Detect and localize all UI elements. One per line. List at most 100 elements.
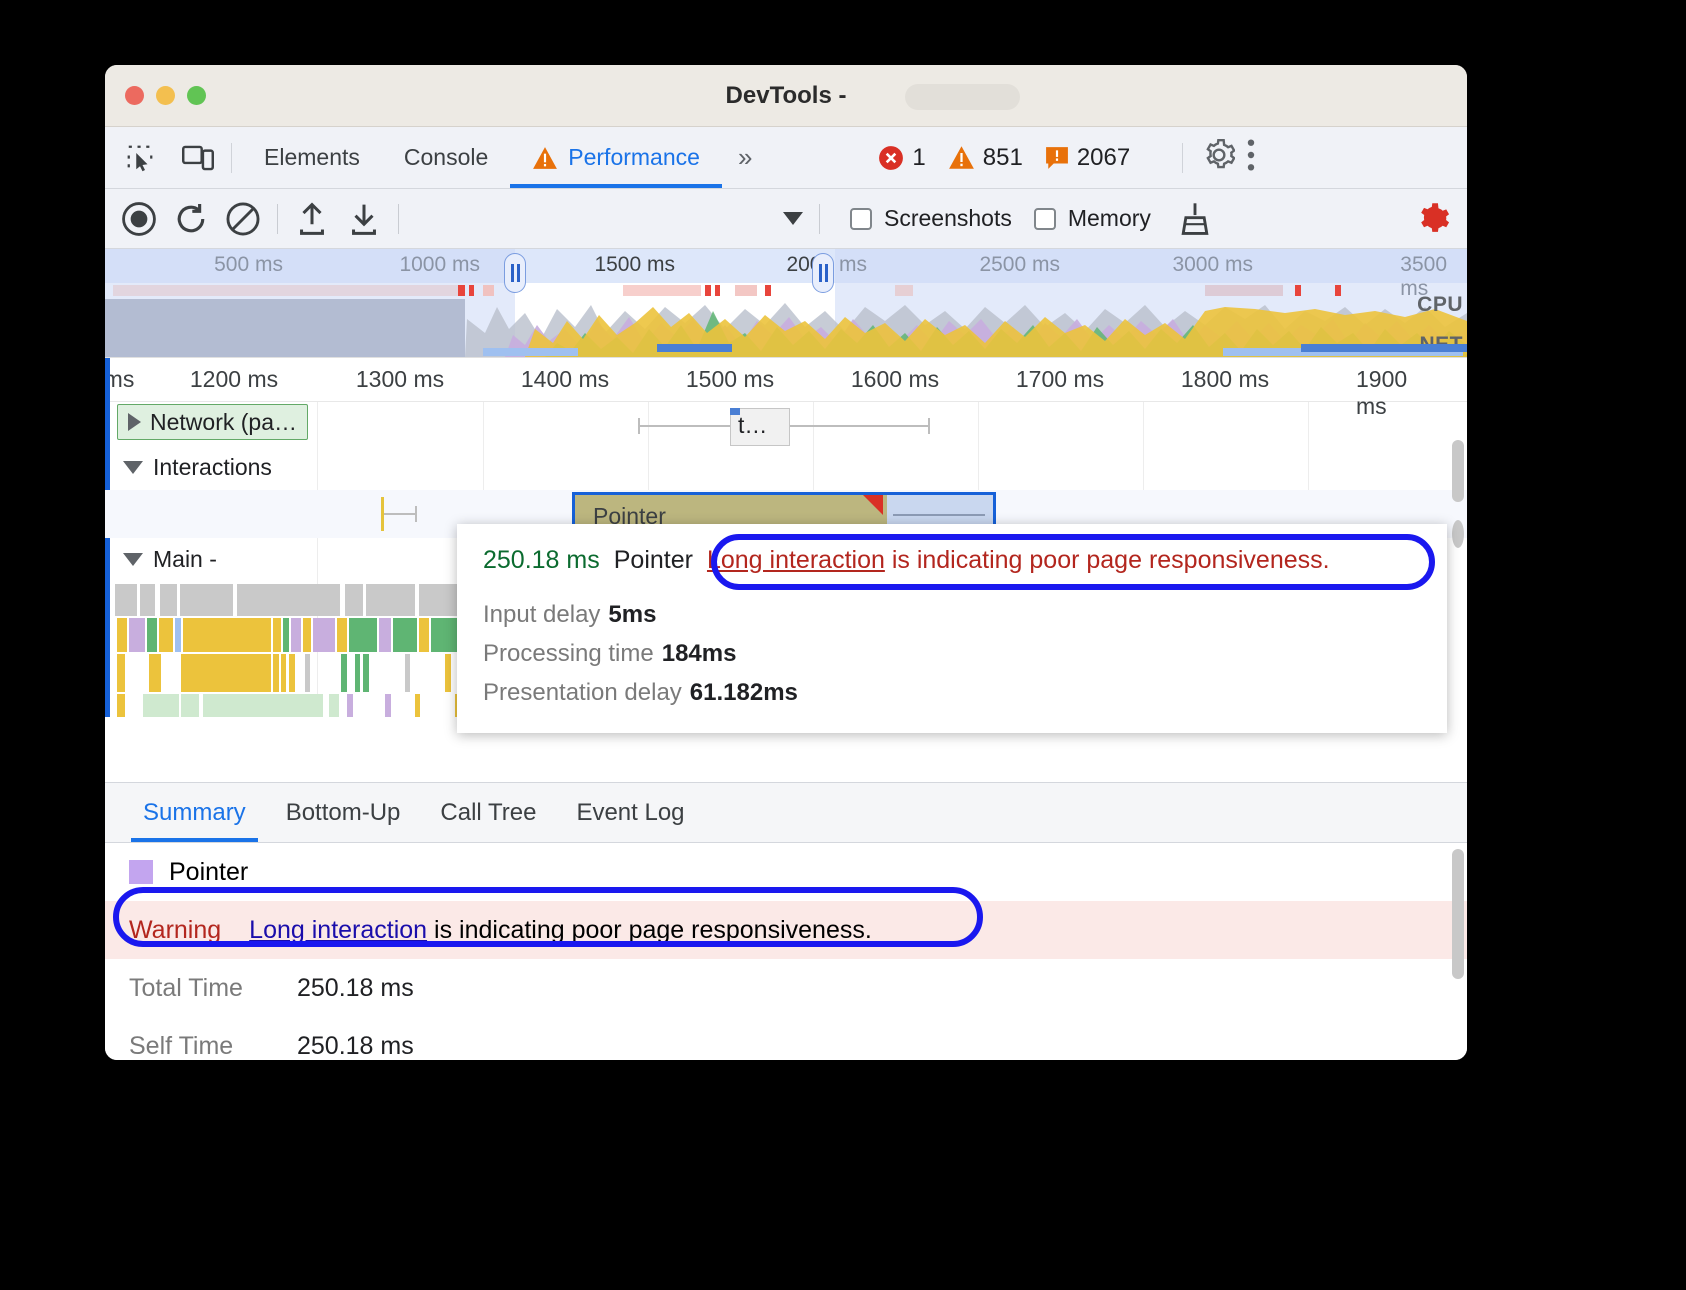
toolbar-separator-3 bbox=[819, 204, 820, 234]
warning-count: 851 bbox=[983, 144, 1023, 172]
chevron-down-icon bbox=[783, 212, 803, 225]
timeline-scrollbar-thumb-2[interactable] bbox=[1452, 520, 1464, 548]
tab-performance[interactable]: Performance bbox=[510, 127, 722, 188]
trace-select-dropdown[interactable] bbox=[421, 201, 811, 237]
timeline-overview[interactable]: 500 ms 1000 ms 1500 ms 2000 ms 2500 ms 3… bbox=[105, 249, 1467, 357]
inspect-cursor-icon[interactable] bbox=[117, 138, 163, 178]
upload-profile-icon[interactable] bbox=[286, 197, 338, 241]
warning-triangle-icon bbox=[532, 146, 558, 170]
tooltip-row-key: Input delay bbox=[483, 601, 600, 628]
kebab-menu-icon[interactable] bbox=[1245, 139, 1257, 176]
toolbar-divider bbox=[231, 143, 232, 173]
tooltip-event-name: Pointer bbox=[614, 546, 693, 575]
error-count: 1 bbox=[912, 144, 925, 172]
tab-event-log[interactable]: Event Log bbox=[556, 783, 704, 842]
tooltip-row-processing-time: Processing time184ms bbox=[483, 640, 1421, 668]
timeline-tick: 1400 ms bbox=[521, 366, 609, 393]
window-title: DevTools - bbox=[105, 82, 1467, 110]
summary-event-name: Pointer bbox=[169, 858, 248, 887]
summary-warning-row: Warning Long interaction is indicating p… bbox=[105, 901, 1467, 959]
tab-call-tree[interactable]: Call Tree bbox=[420, 783, 556, 842]
track-network-header[interactable]: Network (pa… bbox=[117, 404, 308, 440]
tab-event-log-label: Event Log bbox=[576, 799, 684, 827]
track-interactions[interactable]: Interactions bbox=[105, 446, 1467, 490]
track-network-label: Network (pa… bbox=[150, 409, 297, 436]
tab-elements-label: Elements bbox=[264, 144, 360, 171]
overview-network-strip bbox=[105, 283, 1467, 299]
expand-triangle-icon bbox=[128, 413, 141, 431]
tooltip-row-key: Presentation delay bbox=[483, 679, 682, 706]
devtools-tab-bar: Elements Console Performance » 1 851 206… bbox=[105, 127, 1467, 189]
tooltip-row-value: 5ms bbox=[608, 601, 656, 628]
memory-label: Memory bbox=[1068, 205, 1151, 232]
tooltip-detail-rows: Input delay 5ms Processing time184ms Pres… bbox=[483, 601, 1421, 707]
toolbar-separator-1 bbox=[277, 204, 278, 234]
memory-checkbox[interactable]: Memory bbox=[1034, 205, 1151, 232]
collapse-triangle-icon bbox=[123, 461, 143, 474]
summary-self-time-row: Self Time 250.18 ms bbox=[105, 1017, 1467, 1060]
tabbar-actions bbox=[1172, 139, 1257, 176]
info-count: 2067 bbox=[1077, 144, 1130, 172]
overview-tick: 1500 ms bbox=[594, 253, 675, 277]
tab-console[interactable]: Console bbox=[382, 127, 510, 188]
warning-link[interactable]: Long interaction bbox=[249, 916, 427, 944]
tooltip-row-value: 61.182ms bbox=[690, 679, 798, 706]
tab-summary[interactable]: Summary bbox=[123, 783, 266, 842]
record-icon[interactable] bbox=[113, 197, 165, 241]
warning-icon bbox=[948, 145, 975, 170]
tab-call-tree-label: Call Tree bbox=[440, 799, 536, 827]
total-time-value: 250.18 ms bbox=[297, 974, 414, 1003]
memory-checkbox-box bbox=[1034, 208, 1056, 230]
details-panel: Summary Bottom-Up Call Tree Event Log Po… bbox=[105, 782, 1467, 1060]
timeline-ruler: ms 1200 ms 1300 ms 1400 ms 1500 ms 1600 … bbox=[105, 358, 1467, 402]
info-counter[interactable]: 2067 bbox=[1045, 144, 1130, 172]
performance-toolbar: Screenshots Memory bbox=[105, 189, 1467, 249]
timeline-tick: 1600 ms bbox=[851, 366, 939, 393]
broom-icon[interactable] bbox=[1169, 197, 1221, 241]
self-time-value: 250.18 ms bbox=[297, 1032, 414, 1061]
tab-console-label: Console bbox=[404, 144, 488, 171]
timeline-scrollbar[interactable] bbox=[1452, 440, 1464, 502]
track-main-label: Main - bbox=[153, 546, 217, 573]
warning-label: Warning bbox=[129, 916, 221, 945]
interaction-bar-triangle-icon bbox=[863, 495, 883, 515]
summary-total-time-row: Total Time 250.18 ms bbox=[105, 959, 1467, 1017]
collapse-triangle-icon bbox=[123, 553, 143, 566]
error-counter[interactable]: 1 bbox=[878, 144, 925, 172]
event-tooltip: 250.18 ms Pointer Long interaction is in… bbox=[457, 524, 1447, 733]
details-scrollbar[interactable] bbox=[1452, 849, 1464, 979]
download-profile-icon[interactable] bbox=[338, 197, 390, 241]
tab-performance-label: Performance bbox=[568, 144, 700, 171]
tooltip-duration: 250.18 ms bbox=[483, 546, 600, 575]
screenshots-checkbox[interactable]: Screenshots bbox=[850, 205, 1012, 232]
actions-divider bbox=[1182, 143, 1183, 173]
tooltip-header: 250.18 ms Pointer Long interaction is in… bbox=[483, 546, 1421, 575]
devtools-window: DevTools - Elements Console P bbox=[105, 65, 1467, 1060]
more-tabs-button[interactable]: » bbox=[722, 142, 768, 173]
track-network[interactable]: Network (pa… t… bbox=[105, 402, 1467, 446]
screenshots-checkbox-box bbox=[850, 208, 872, 230]
selection-handle-left[interactable] bbox=[504, 253, 526, 293]
capture-settings-gear-icon[interactable] bbox=[1407, 197, 1459, 241]
timeline-tick: 1200 ms bbox=[190, 366, 278, 393]
total-time-key: Total Time bbox=[129, 974, 297, 1003]
device-toolbar-icon[interactable] bbox=[175, 138, 221, 178]
gear-icon[interactable] bbox=[1203, 139, 1235, 176]
overview-cpu-label: CPU bbox=[1417, 293, 1463, 317]
track-main-header[interactable]: Main - bbox=[123, 546, 217, 573]
interaction-bar-whisker bbox=[893, 514, 985, 516]
tooltip-warning-text: is indicating poor page responsiveness. bbox=[885, 546, 1330, 574]
tab-summary-label: Summary bbox=[143, 799, 246, 827]
warning-message-text: is indicating poor page responsiveness. bbox=[427, 916, 872, 944]
track-interactions-header[interactable]: Interactions bbox=[123, 454, 272, 481]
selection-handle-right[interactable] bbox=[812, 253, 834, 293]
tab-elements[interactable]: Elements bbox=[242, 127, 382, 188]
tooltip-warning-link[interactable]: Long interaction bbox=[707, 546, 885, 574]
clear-icon[interactable] bbox=[217, 197, 269, 241]
tab-bottom-up[interactable]: Bottom-Up bbox=[266, 783, 421, 842]
track-interactions-label: Interactions bbox=[153, 454, 272, 481]
event-color-swatch bbox=[129, 860, 153, 884]
warning-counter[interactable]: 851 bbox=[948, 144, 1023, 172]
info-message-icon bbox=[1045, 146, 1069, 170]
reload-record-icon[interactable] bbox=[165, 197, 217, 241]
